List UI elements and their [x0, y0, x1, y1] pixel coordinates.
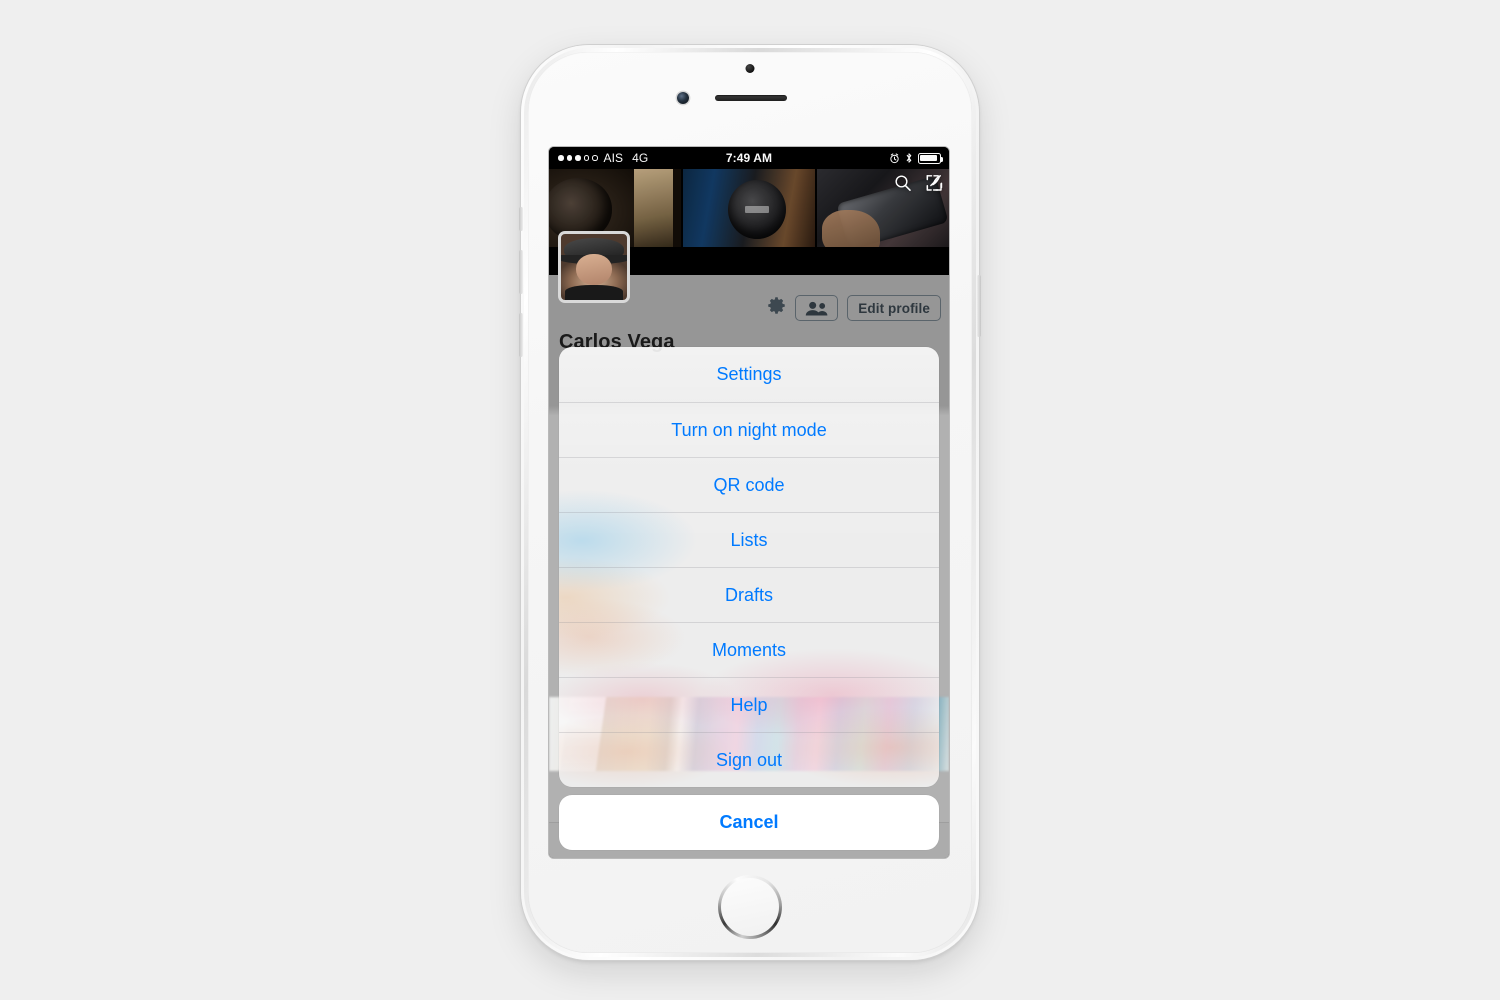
phone-screen: AIS 4G 7:49 AM Edit profile Carlos Vega … — [549, 147, 949, 858]
cancel-button[interactable]: Cancel — [559, 795, 939, 850]
banner-action-icons — [893, 173, 944, 198]
power-button[interactable] — [977, 275, 981, 337]
sheet-item-qr-code[interactable]: QR code — [559, 457, 939, 512]
sheet-item-sign-out[interactable]: Sign out — [559, 732, 939, 787]
action-sheet: Settings Turn on night mode QR code List… — [559, 347, 939, 850]
avatar-face — [575, 253, 613, 286]
screenshot-stage: AIS 4G 7:49 AM Edit profile Carlos Vega … — [0, 0, 1500, 1000]
avatar-shirt — [564, 285, 624, 300]
compose-icon[interactable] — [924, 173, 944, 198]
sheet-item-lists[interactable]: Lists — [559, 512, 939, 567]
home-button-ring — [718, 875, 782, 939]
earpiece-speaker — [715, 95, 787, 101]
sheet-item-help[interactable]: Help — [559, 677, 939, 732]
volume-down-button[interactable] — [519, 313, 523, 357]
iphone-device-frame: AIS 4G 7:49 AM Edit profile Carlos Vega … — [519, 45, 981, 960]
home-button-surface — [720, 877, 780, 937]
home-button[interactable] — [718, 875, 782, 939]
avatar[interactable] — [558, 231, 630, 303]
front-camera-icon — [677, 92, 689, 104]
sheet-item-moments[interactable]: Moments — [559, 622, 939, 677]
mute-switch[interactable] — [519, 207, 523, 231]
search-icon[interactable] — [893, 173, 913, 198]
sheet-item-settings[interactable]: Settings — [559, 347, 939, 402]
sheet-item-night-mode[interactable]: Turn on night mode — [559, 402, 939, 457]
action-sheet-group: Settings Turn on night mode QR code List… — [559, 347, 939, 787]
sheet-item-drafts[interactable]: Drafts — [559, 567, 939, 622]
volume-up-button[interactable] — [519, 250, 523, 294]
proximity-sensor-icon — [745, 64, 755, 73]
